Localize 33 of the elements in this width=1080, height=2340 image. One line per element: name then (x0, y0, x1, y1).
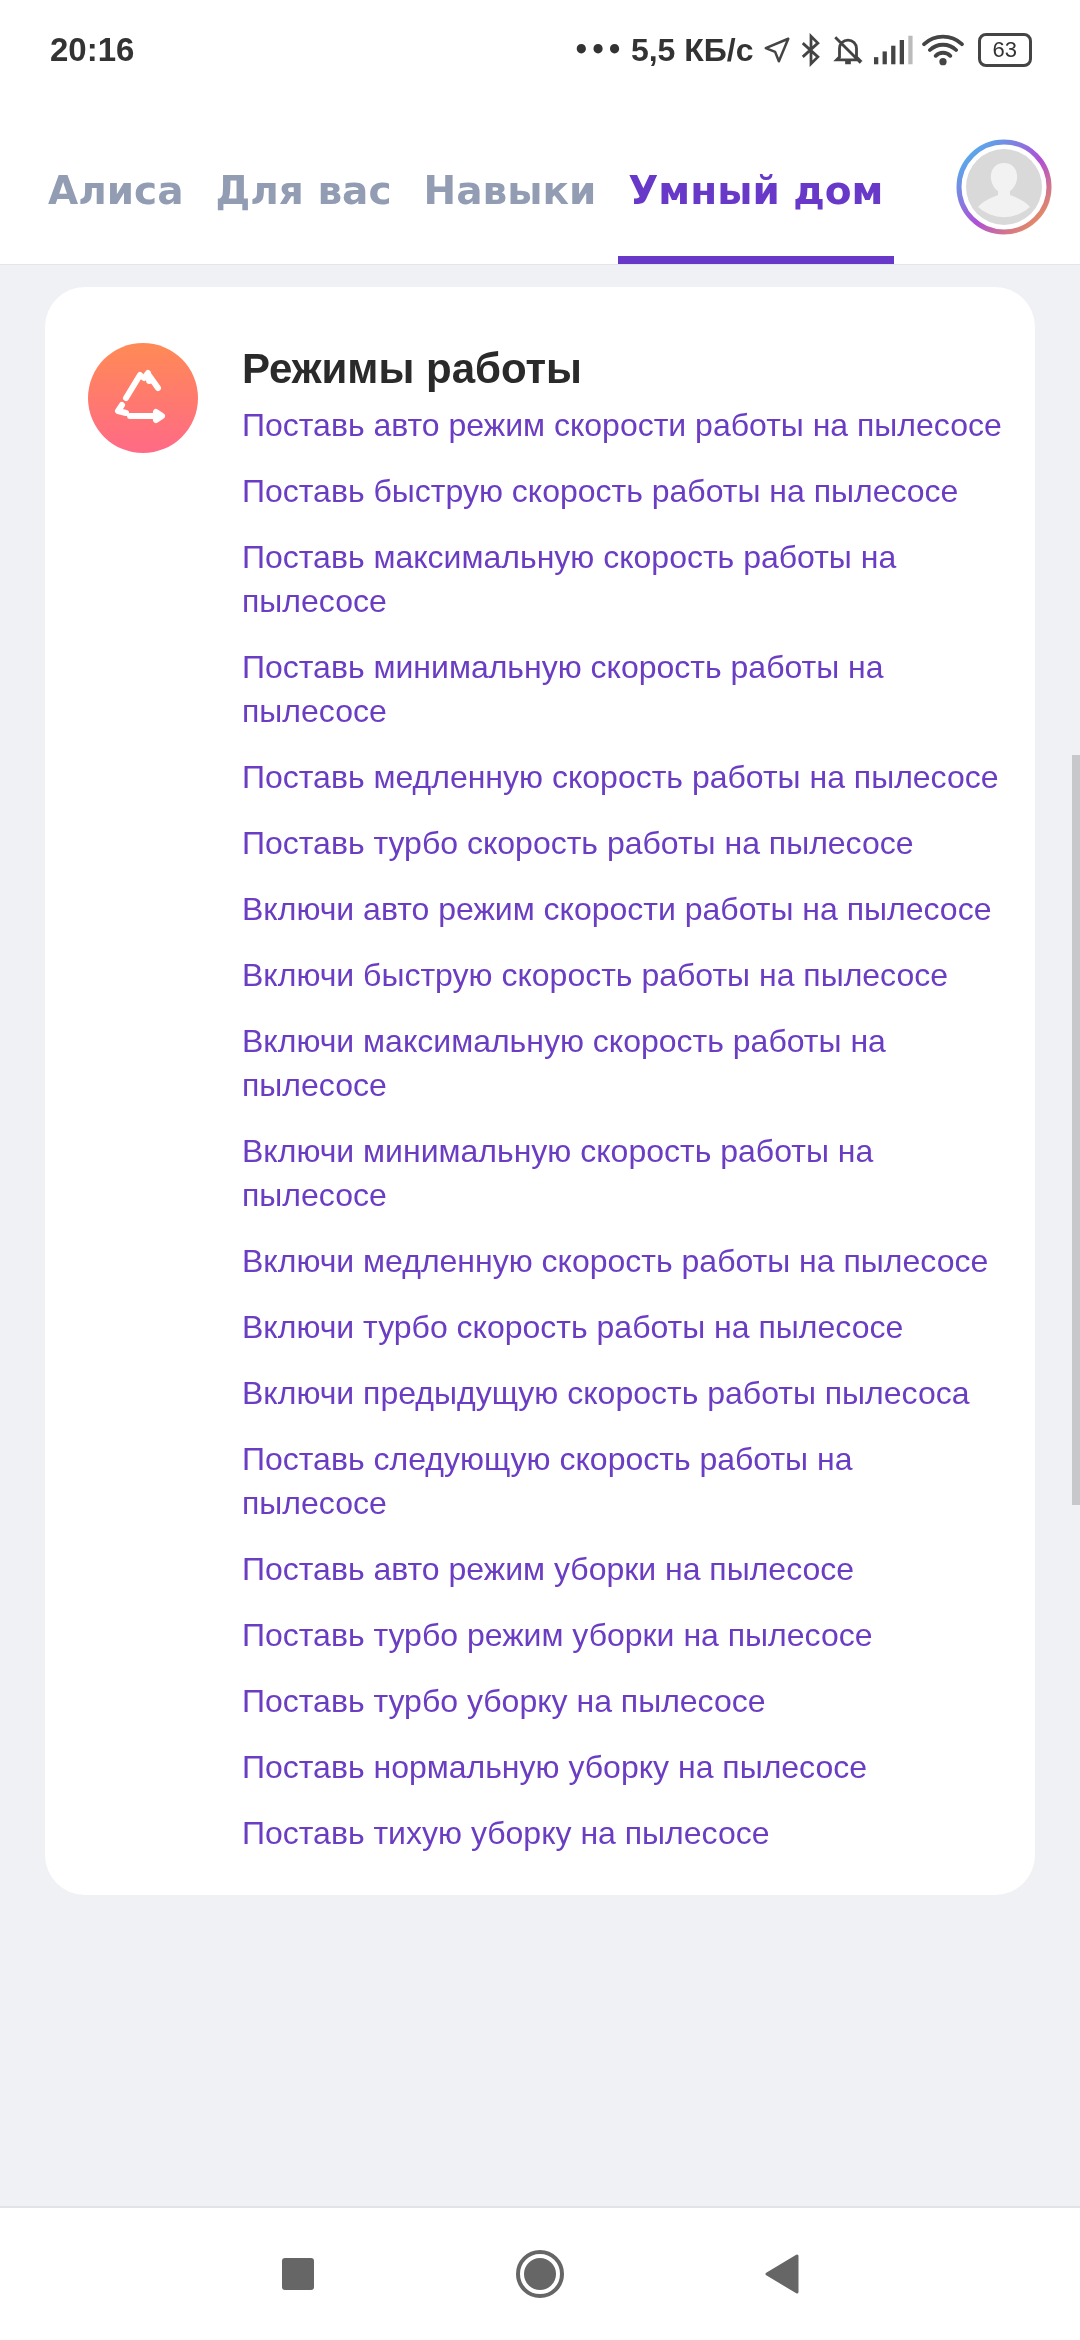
command-link[interactable]: Поставь турбо скорость работы на пылесосе (242, 821, 1005, 865)
back-icon[interactable] (765, 2254, 799, 2294)
command-link[interactable]: Включи медленную скорость работы на пылесосе (242, 1239, 1005, 1283)
status-time: 20:16 (50, 31, 135, 69)
command-link[interactable]: Поставь минимальную скорость работы на пылесосе (242, 645, 1005, 733)
command-link[interactable]: Включи турбо скорость работы на пылесосе (242, 1305, 1005, 1349)
command-link[interactable]: Поставь тихую уборку на пылесосе (242, 1811, 1005, 1855)
command-link[interactable]: Включи быструю скорость работы на пылесосе (242, 953, 1005, 997)
command-link[interactable]: Поставь авто режим уборки на пылесосе (242, 1547, 1005, 1591)
network-speed: 5,5 КБ/с (630, 31, 754, 69)
command-link[interactable]: Включи максимальную скорость работы на пылесосе (242, 1019, 1005, 1107)
card-title: Режимы работы (242, 345, 583, 393)
command-link[interactable]: Поставь следующую скорость работы на пылесосе (242, 1437, 1005, 1525)
wifi-icon (921, 34, 964, 66)
tab[interactable]: Умный дом (618, 100, 894, 264)
command-link[interactable]: Включи авто режим скорости работы на пылесосе (242, 887, 1005, 931)
command-link[interactable]: Поставь нормальную уборку на пылесосе (242, 1745, 1005, 1789)
command-link[interactable]: Поставь турбо уборку на пылесосе (242, 1679, 1005, 1723)
command-link[interactable]: Поставь турбо режим уборки на пылесосе (242, 1613, 1005, 1657)
recents-icon[interactable] (281, 2257, 315, 2291)
command-link[interactable]: Поставь быструю скорость работы на пылесосе (242, 469, 1005, 513)
command-link[interactable]: Поставь медленную скорость работы на пылесосе (242, 755, 1005, 799)
home-icon[interactable] (515, 2249, 565, 2299)
cycle-arrows-icon (88, 343, 198, 453)
command-link[interactable]: Поставь максимальную скорость работы на пылесосе (242, 535, 1005, 623)
bluetooth-icon (799, 33, 822, 67)
command-link[interactable]: Поставь авто режим скорости работы на пылесосе (242, 403, 1005, 447)
signal-icon (873, 35, 914, 65)
battery-indicator: 63 (977, 33, 1032, 67)
command-link[interactable]: Включи минимальную скорость работы на пылесосе (242, 1129, 1005, 1217)
notification-dots: ••• (573, 35, 623, 65)
avatar-icon[interactable] (956, 139, 1052, 235)
command-link[interactable]: Включи предыдущую скорость работы пылесоса (242, 1371, 1005, 1415)
